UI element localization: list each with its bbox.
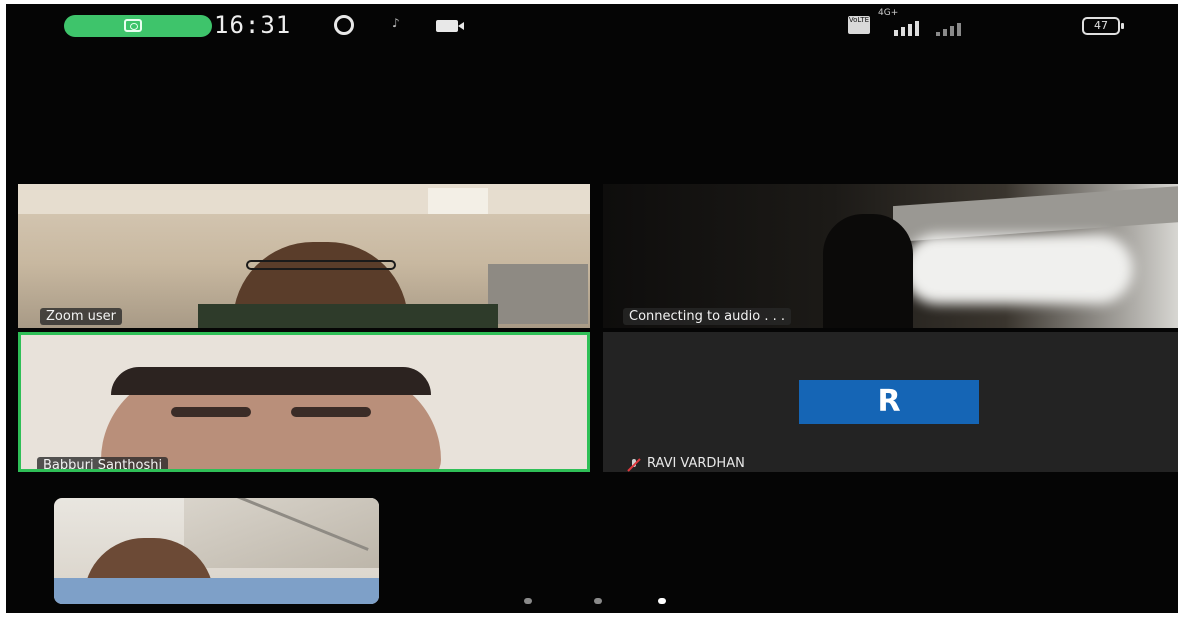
video-tile-ravi-vardhan[interactable]: R RAVI VARDHAN xyxy=(603,332,1178,472)
page-indicator[interactable] xyxy=(524,598,666,606)
participant-name-label: Connecting to audio . . . xyxy=(623,308,791,325)
page-dot-3-active[interactable] xyxy=(658,598,666,604)
status-time: 16:31 xyxy=(214,11,292,39)
window xyxy=(428,188,488,214)
striped-shirt xyxy=(54,578,379,604)
video-tile-babburi-santhoshi[interactable]: Babburi Santhoshi xyxy=(18,332,590,472)
volte-icon: VoLTE xyxy=(848,16,870,34)
participant-avatar: R xyxy=(799,380,979,424)
light-glare xyxy=(903,234,1133,304)
glasses xyxy=(246,260,396,270)
ceiling xyxy=(18,184,590,214)
alarm-icon xyxy=(334,15,354,35)
left-eye xyxy=(171,407,251,417)
shirt xyxy=(198,304,498,328)
person-silhouette xyxy=(823,214,913,328)
screen-record-icon xyxy=(124,19,142,32)
staircase xyxy=(184,498,379,568)
page-dot-2[interactable] xyxy=(594,598,602,604)
status-bar: 16:31 ♪ VoLTE 4G+ 47 xyxy=(6,4,1178,48)
self-view-tile[interactable] xyxy=(54,498,379,604)
mic-muted-icon xyxy=(627,458,641,472)
zoom-meeting-screen: 16:31 ♪ VoLTE 4G+ 47 Zoom user Connectin… xyxy=(6,4,1178,613)
hair xyxy=(111,367,431,395)
ongoing-call-pill[interactable] xyxy=(64,15,212,37)
video-tile-zoom-user[interactable]: Zoom user xyxy=(18,184,590,328)
participant-name-label: RAVI VARDHAN xyxy=(647,456,745,471)
video-tile-connecting[interactable]: Connecting to audio . . . xyxy=(603,184,1178,328)
signal-strength-icon xyxy=(876,16,966,36)
window-grill xyxy=(488,264,588,324)
battery-icon: 47 xyxy=(1082,17,1124,35)
participant-name-label: Zoom user xyxy=(40,308,122,325)
page-dot-1[interactable] xyxy=(524,598,532,604)
right-eye xyxy=(291,407,371,417)
music-note-icon: ♪ xyxy=(392,16,400,30)
video-camera-icon xyxy=(436,20,464,32)
participant-name-label: Babburi Santhoshi xyxy=(37,457,169,469)
